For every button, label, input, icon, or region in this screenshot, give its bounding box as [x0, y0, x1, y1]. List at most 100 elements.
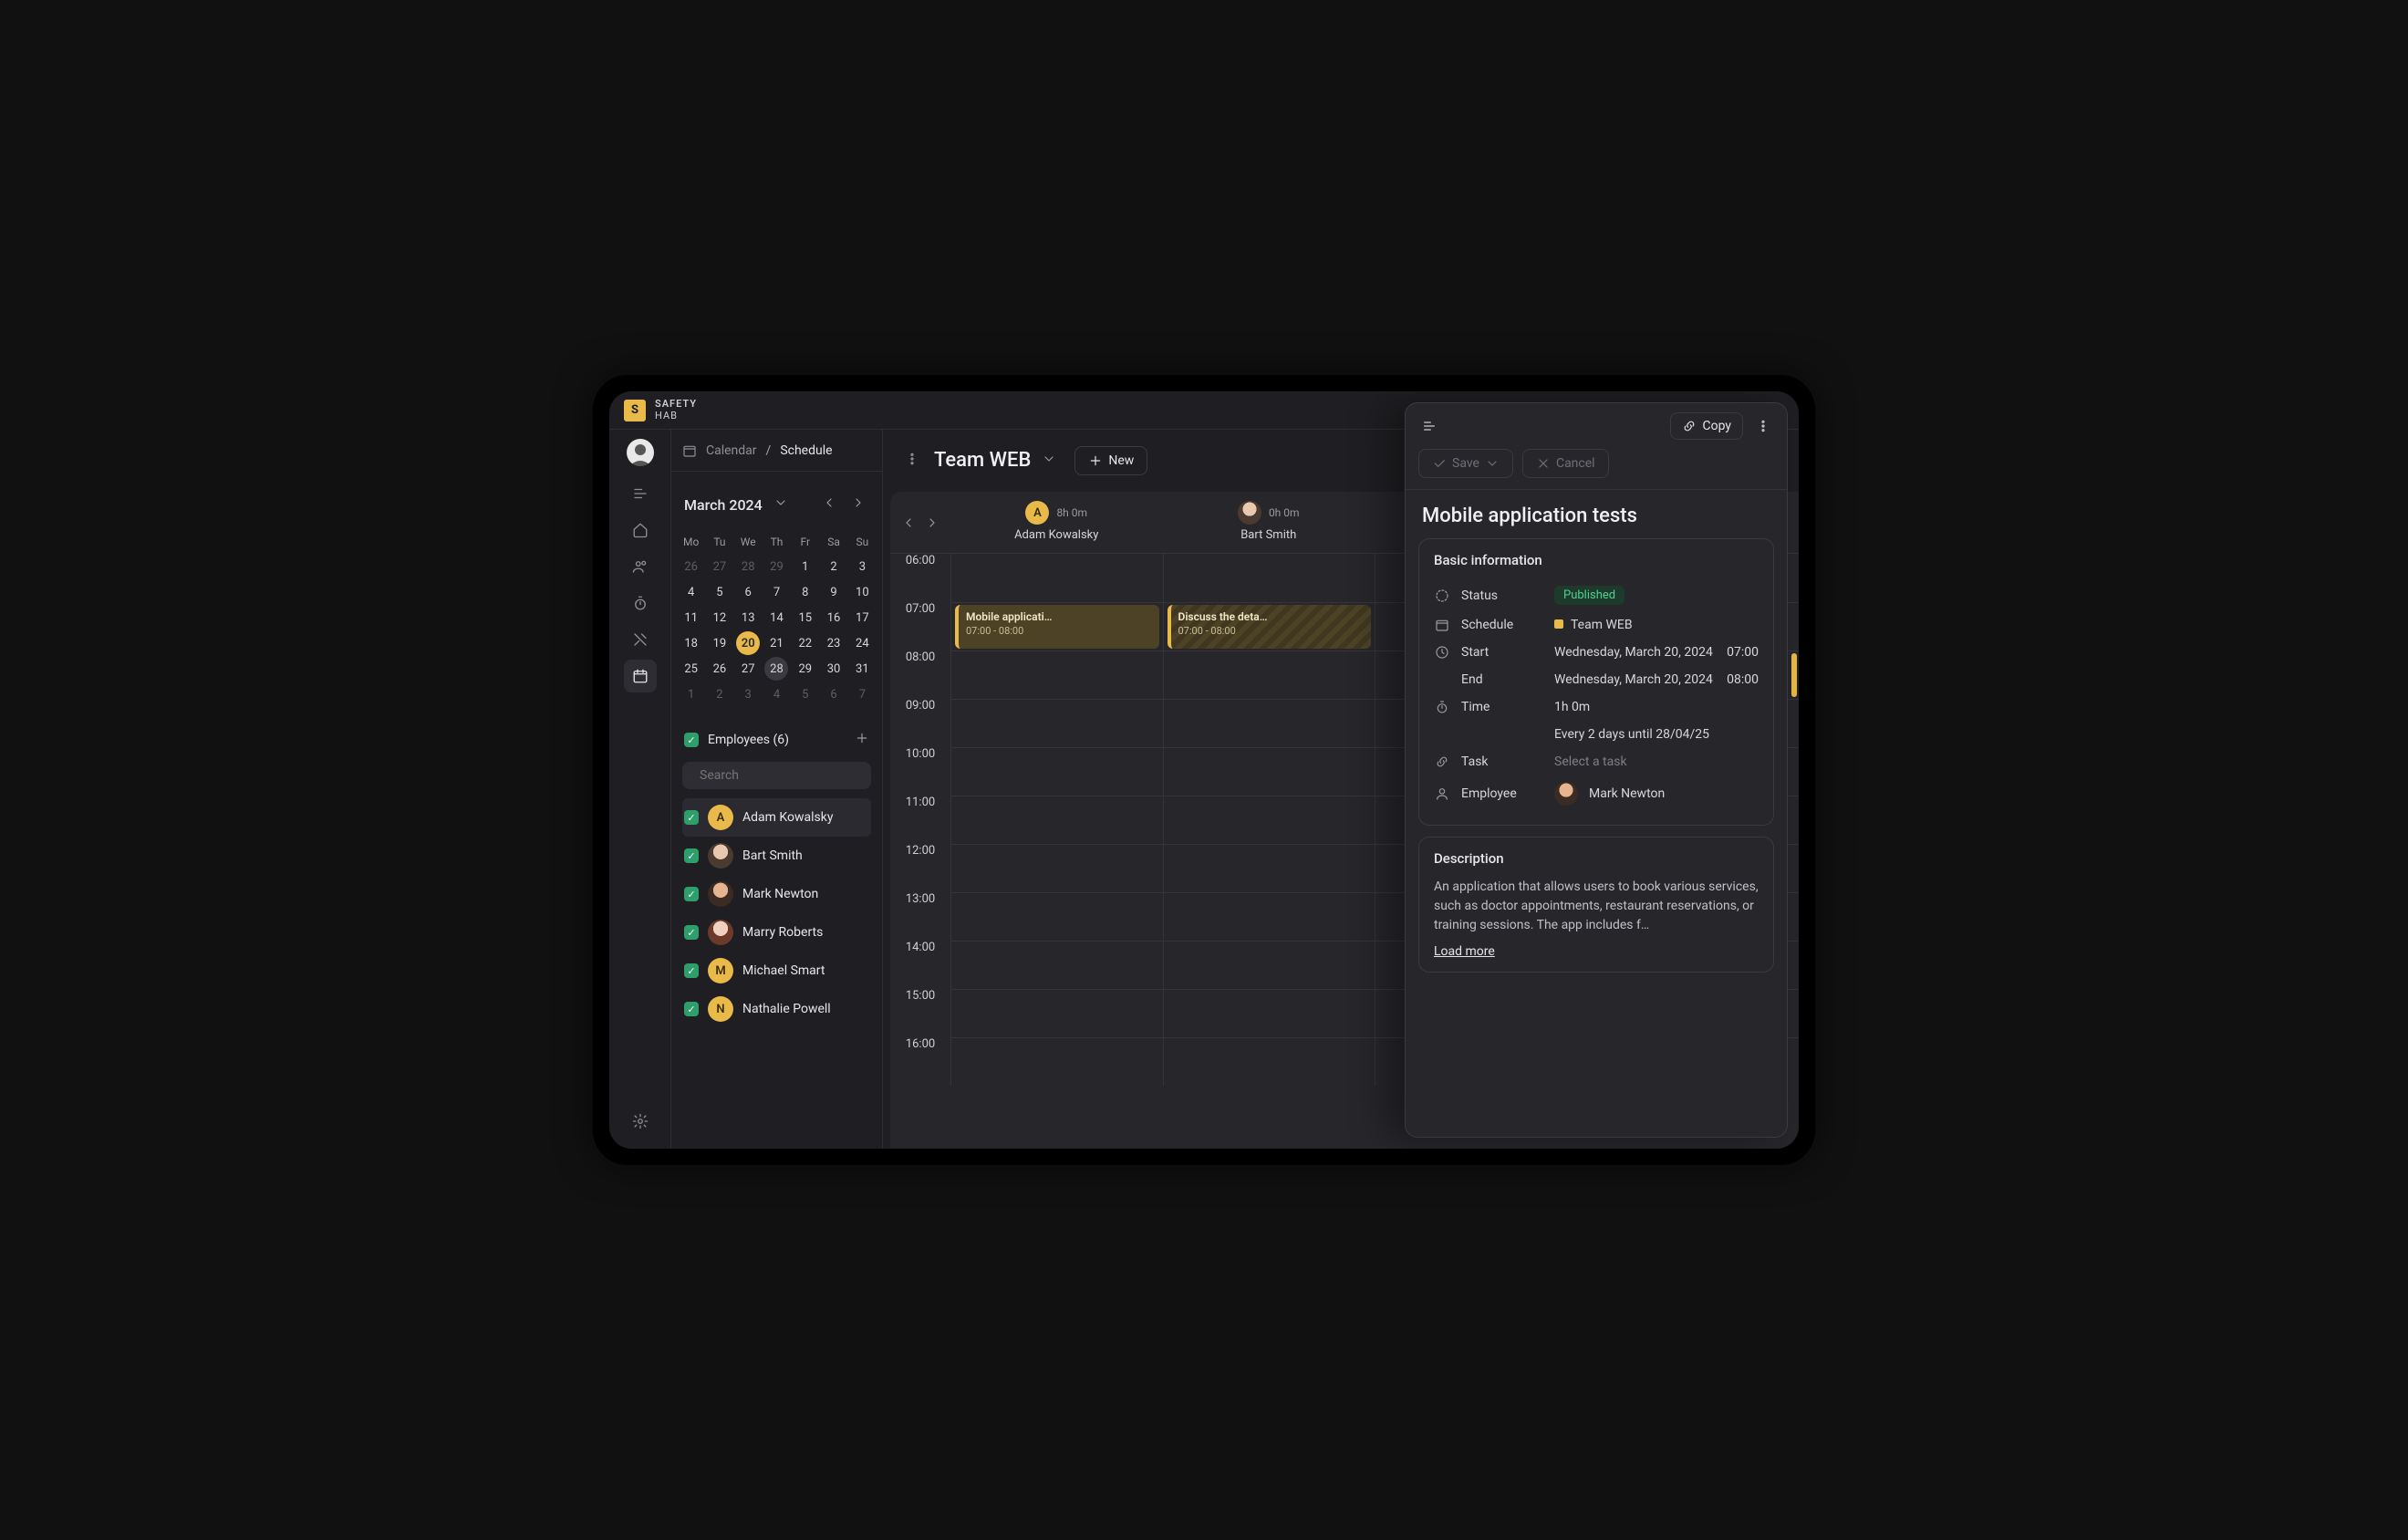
employee-item[interactable]: ✓ Marry Roberts	[682, 913, 871, 952]
mini-day[interactable]: 27	[708, 555, 732, 578]
mini-day[interactable]: 28	[764, 657, 788, 681]
copy-button[interactable]: Copy	[1670, 412, 1743, 440]
mini-day[interactable]: 3	[850, 555, 874, 578]
mini-day[interactable]: 6	[822, 682, 846, 706]
mini-day[interactable]: 19	[708, 631, 732, 655]
cancel-button[interactable]: Cancel	[1522, 449, 1609, 478]
save-button[interactable]: Save	[1418, 449, 1513, 478]
mini-day[interactable]: 27	[736, 657, 760, 681]
mini-day[interactable]: 8	[794, 580, 817, 604]
mini-day[interactable]: 30	[822, 657, 846, 681]
employee-checkbox[interactable]: ✓	[684, 1002, 699, 1016]
schedule-cell[interactable]	[1163, 1037, 1375, 1086]
month-dropdown-icon[interactable]	[770, 492, 792, 517]
calendar-icon[interactable]	[624, 660, 657, 692]
mini-day[interactable]: 16	[822, 606, 846, 630]
mini-day[interactable]: 31	[850, 657, 874, 681]
schedule-event[interactable]: Discuss the deta…07:00 - 08:00	[1168, 605, 1372, 649]
home-icon[interactable]	[624, 514, 657, 546]
employee-checkbox[interactable]: ✓	[684, 887, 699, 901]
settings-icon[interactable]	[624, 1105, 657, 1138]
month-next-icon[interactable]	[847, 492, 869, 517]
mini-day[interactable]: 6	[736, 580, 760, 604]
schedule-cell[interactable]: Mobile applicati…07:00 - 08:00	[950, 602, 1163, 650]
new-button[interactable]: New	[1074, 446, 1147, 475]
add-employee-icon[interactable]	[855, 731, 869, 749]
day-next-icon[interactable]	[922, 513, 942, 536]
employee-search[interactable]	[682, 762, 871, 789]
mini-day[interactable]: 22	[794, 631, 817, 655]
schedule-cell[interactable]	[950, 844, 1163, 892]
day-prev-icon[interactable]	[898, 513, 919, 536]
mini-day[interactable]: 10	[850, 580, 874, 604]
mini-day[interactable]: 7	[850, 682, 874, 706]
mini-day[interactable]: 29	[794, 657, 817, 681]
schedule-cell[interactable]	[1163, 796, 1375, 844]
schedule-cell[interactable]: Discuss the deta…07:00 - 08:00	[1163, 602, 1375, 650]
search-input[interactable]	[700, 768, 862, 783]
person-column-header[interactable]: 0h 0mBart Smith	[1163, 499, 1375, 544]
mini-day[interactable]: 14	[764, 606, 788, 630]
mini-day[interactable]: 17	[850, 606, 874, 630]
mini-day[interactable]: 4	[764, 682, 788, 706]
employee-item[interactable]: ✓ N Nathalie Powell	[682, 990, 871, 1028]
schedule-cell[interactable]	[950, 892, 1163, 941]
employee-item[interactable]: ✓ Mark Newton	[682, 875, 871, 913]
tools-icon[interactable]	[624, 623, 657, 656]
person-column-header[interactable]: A8h 0mAdam Kowalsky	[950, 499, 1163, 544]
schedule-cell[interactable]	[950, 650, 1163, 699]
mini-day[interactable]: 21	[764, 631, 788, 655]
mini-day[interactable]: 25	[680, 657, 703, 681]
mini-day[interactable]: 24	[850, 631, 874, 655]
mini-day[interactable]: 11	[680, 606, 703, 630]
mini-day[interactable]: 28	[736, 555, 760, 578]
team-menu-icon[interactable]	[899, 446, 925, 475]
mini-day[interactable]: 5	[708, 580, 732, 604]
employee-checkbox[interactable]: ✓	[684, 810, 699, 825]
mini-day[interactable]: 3	[736, 682, 760, 706]
task-select[interactable]: Select a task	[1554, 754, 1627, 769]
mini-day[interactable]: 12	[708, 606, 732, 630]
mini-day[interactable]: 4	[680, 580, 703, 604]
employee-item[interactable]: ✓ Bart Smith	[682, 837, 871, 875]
mini-day[interactable]: 1	[794, 555, 817, 578]
employee-checkbox[interactable]: ✓	[684, 848, 699, 863]
mini-day[interactable]: 26	[708, 657, 732, 681]
schedule-cell[interactable]	[1163, 989, 1375, 1037]
collapse-icon[interactable]	[624, 477, 657, 510]
schedule-cell[interactable]	[1163, 892, 1375, 941]
month-prev-icon[interactable]	[818, 492, 840, 517]
panel-collapse-icon[interactable]	[1417, 413, 1442, 439]
team-dropdown-icon[interactable]	[1038, 445, 1060, 475]
employee-checkbox[interactable]: ✓	[684, 925, 699, 940]
mini-day[interactable]: 29	[764, 555, 788, 578]
schedule-cell[interactable]	[950, 941, 1163, 989]
mini-day[interactable]: 15	[794, 606, 817, 630]
employees-checkbox[interactable]: ✓	[684, 733, 699, 747]
schedule-cell[interactable]	[1163, 650, 1375, 699]
employee-checkbox[interactable]: ✓	[684, 963, 699, 978]
schedule-event[interactable]: Mobile applicati…07:00 - 08:00	[955, 605, 1159, 649]
schedule-cell[interactable]	[1163, 554, 1375, 602]
mini-day[interactable]: 18	[680, 631, 703, 655]
mini-day[interactable]: 26	[680, 555, 703, 578]
load-more-link[interactable]: Load more	[1434, 944, 1495, 959]
schedule-cell[interactable]	[950, 1037, 1163, 1086]
mini-day[interactable]: 2	[708, 682, 732, 706]
schedule-cell[interactable]	[950, 747, 1163, 796]
employee-item[interactable]: ✓ A Adam Kowalsky	[682, 798, 871, 837]
mini-day[interactable]: 2	[822, 555, 846, 578]
user-avatar[interactable]	[627, 439, 654, 466]
schedule-cell[interactable]	[1163, 941, 1375, 989]
schedule-cell[interactable]	[1163, 699, 1375, 747]
schedule-cell[interactable]	[950, 796, 1163, 844]
schedule-cell[interactable]	[950, 699, 1163, 747]
stopwatch-icon[interactable]	[624, 587, 657, 619]
mini-day[interactable]: 20	[736, 631, 760, 655]
mini-day[interactable]: 1	[680, 682, 703, 706]
schedule-cell[interactable]	[950, 554, 1163, 602]
breadcrumb-root[interactable]: Calendar	[706, 443, 757, 458]
mini-day[interactable]: 7	[764, 580, 788, 604]
schedule-cell[interactable]	[950, 989, 1163, 1037]
schedule-cell[interactable]	[1163, 844, 1375, 892]
